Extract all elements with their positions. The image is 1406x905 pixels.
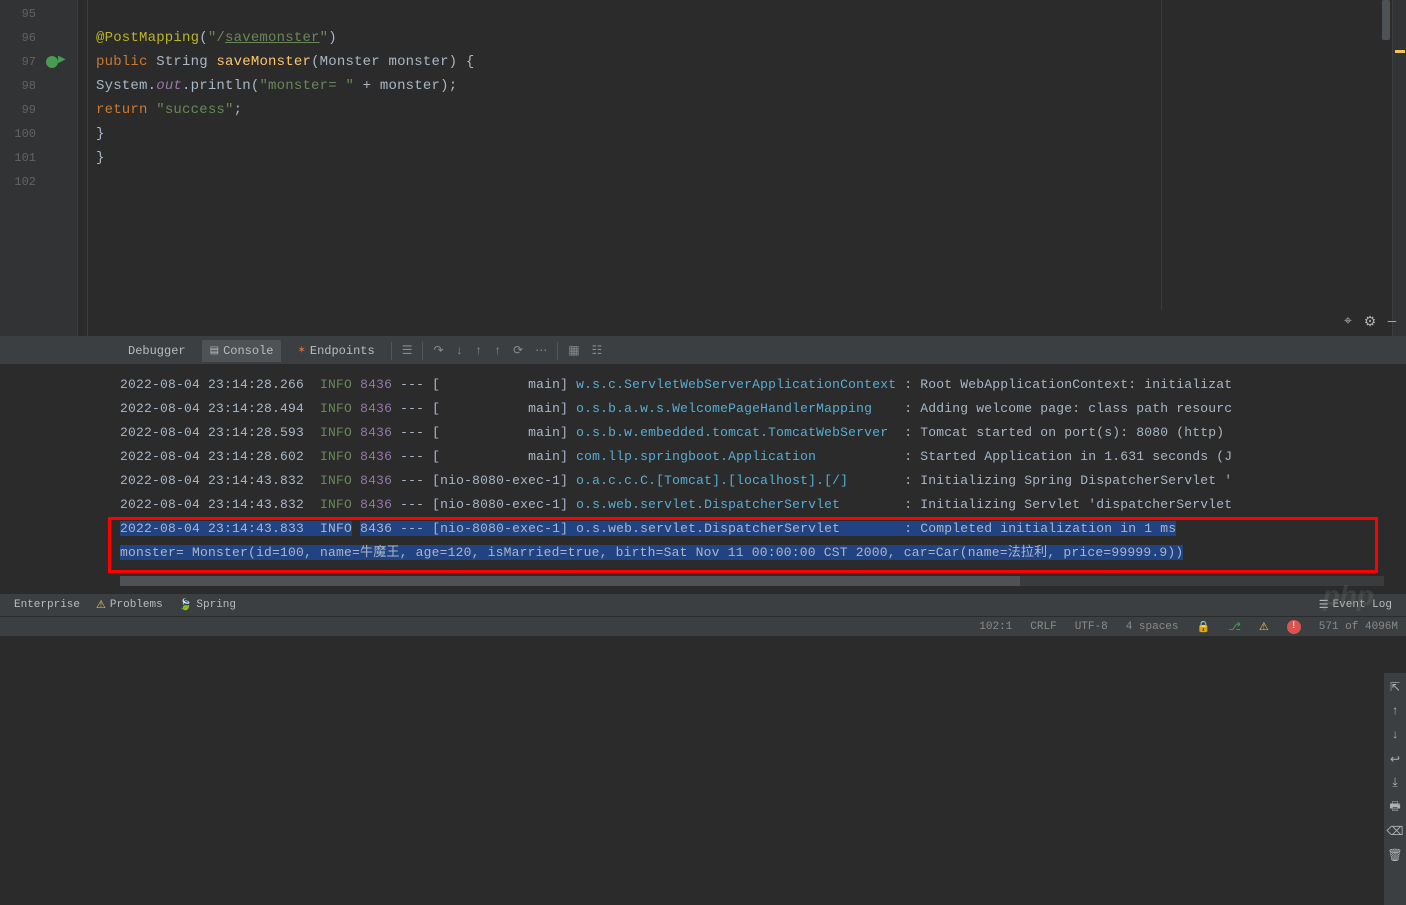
line-number: 98 <box>0 79 44 93</box>
horizontal-scrollbar[interactable] <box>120 576 1384 586</box>
minimize-icon[interactable]: — <box>1384 314 1400 330</box>
log-line: 2022-08-04 23:14:43.833 INFO 8436 --- [n… <box>120 517 1406 541</box>
warning-icon: ⚠ <box>96 598 106 612</box>
print-icon[interactable]: 🖶 <box>1387 799 1403 815</box>
warning-marker[interactable] <box>1395 50 1405 53</box>
line-number: 100 <box>0 127 44 141</box>
editor-scrollbar[interactable] <box>1382 0 1390 40</box>
debug-tabbar: Debugger ▤Console ✶Endpoints ☰ ↷ ↓ ↑ ↑ ⟳… <box>0 337 1406 365</box>
code-line: @PostMapping("/savemonster") <box>88 26 1392 50</box>
line-separator[interactable]: CRLF <box>1026 621 1060 633</box>
line-number: 97 <box>0 55 44 69</box>
step-into-icon[interactable]: ↷ <box>431 341 445 360</box>
log-line: 2022-08-04 23:14:43.832 INFO 8436 --- [n… <box>120 469 1406 493</box>
gutter: 95 96 97 ▶ 98 99 100 101 102 <box>0 0 78 336</box>
gutter-row: 96 <box>0 26 77 50</box>
indent[interactable]: 4 spaces <box>1122 621 1183 633</box>
gutter-row: 95 <box>0 2 77 26</box>
log-line: 2022-08-04 23:14:28.602 INFO 8436 --- [ … <box>120 445 1406 469</box>
console-output[interactable]: 2022-08-04 23:14:28.266 INFO 8436 --- [ … <box>0 365 1406 597</box>
gutter-row: 100 <box>0 122 77 146</box>
code-line <box>88 2 1392 26</box>
gutter-row: 97 ▶ <box>0 50 77 74</box>
vcs-icon[interactable]: ⎇ <box>1224 620 1245 634</box>
line-number: 101 <box>0 151 44 165</box>
debug-panel: Debugger ▤Console ✶Endpoints ☰ ↷ ↓ ↑ ↑ ⟳… <box>0 336 1406 596</box>
tab-endpoints[interactable]: ✶Endpoints <box>289 340 382 362</box>
gutter-row: 99 <box>0 98 77 122</box>
tool-window-bar: Enterprise ⚠Problems 🍃Spring ☰Event Log <box>0 594 1406 616</box>
line-number: 96 <box>0 31 44 45</box>
log-line: 2022-08-04 23:14:28.593 INFO 8436 --- [ … <box>120 421 1406 445</box>
watermark: php <box>1323 580 1374 612</box>
layout-icon[interactable]: ☰ <box>400 341 415 360</box>
tool-spring[interactable]: 🍃Spring <box>171 598 244 612</box>
tool-problems[interactable]: ⚠Problems <box>88 598 171 612</box>
annotation: @PostMapping <box>96 30 199 46</box>
editor-area: 95 96 97 ▶ 98 99 100 101 102 @PostMapping… <box>0 0 1406 336</box>
spring-icon: 🍃 <box>179 598 193 612</box>
endpoints-icon: ✶ <box>297 345 305 357</box>
run-to-icon[interactable]: ↑ <box>492 342 503 360</box>
log-line: 2022-08-04 23:14:28.266 INFO 8436 --- [ … <box>120 373 1406 397</box>
encoding[interactable]: UTF-8 <box>1071 621 1112 633</box>
down-icon[interactable]: ↓ <box>1387 727 1403 743</box>
evaluate-icon[interactable]: ⟳ <box>511 341 525 360</box>
log-line: 2022-08-04 23:14:43.832 INFO 8436 --- [n… <box>120 493 1406 517</box>
wrap-icon[interactable]: ↩ <box>1387 751 1403 767</box>
code-line: } <box>88 122 1392 146</box>
warnings-icon[interactable]: ⚠ <box>1255 620 1273 634</box>
line-number: 95 <box>0 7 44 21</box>
trash-icon[interactable]: 🗑 <box>1387 847 1403 863</box>
caret-position[interactable]: 102:1 <box>975 621 1016 633</box>
console-toolbar: ⇱ ↑ ↓ ↩ ⤓ 🖶 ⌫ 🗑 <box>1384 673 1406 905</box>
step-out-icon[interactable]: ↑ <box>473 342 484 360</box>
code-line: System.out.println("monster= " + monster… <box>88 74 1392 98</box>
grid-icon[interactable]: ▦ <box>566 341 581 360</box>
code-content[interactable]: @PostMapping("/savemonster") public Stri… <box>88 0 1392 336</box>
divider <box>422 342 423 360</box>
scroll-thumb[interactable] <box>120 576 1020 586</box>
margin-guide <box>1161 0 1162 310</box>
console-icon: ▤ <box>210 345 219 357</box>
divider <box>391 342 392 360</box>
line-number: 99 <box>0 103 44 117</box>
error-badge[interactable]: ! <box>1283 620 1305 634</box>
gutter-row: 98 <box>0 74 77 98</box>
more-icon[interactable]: ⋯ <box>533 341 549 360</box>
filter-icon[interactable]: ☷ <box>590 341 605 360</box>
editor-widgets: ⌖ ⚙ — <box>1340 314 1400 330</box>
scroll-end-icon[interactable]: ⤓ <box>1387 775 1403 791</box>
clear-icon[interactable]: ⌫ <box>1387 823 1403 839</box>
gutter-row: 101 <box>0 146 77 170</box>
tool-enterprise[interactable]: Enterprise <box>6 599 88 611</box>
fold-column <box>78 0 88 336</box>
up-icon[interactable]: ↑ <box>1387 703 1403 719</box>
code-line <box>88 170 1392 194</box>
gutter-row: 102 <box>0 170 77 194</box>
code-line: public String saveMonster(Monster monste… <box>88 50 1392 74</box>
tab-debugger[interactable]: Debugger <box>120 340 194 362</box>
divider <box>557 342 558 360</box>
run-icon[interactable]: ▶ <box>58 54 74 70</box>
tab-console[interactable]: ▤Console <box>202 340 282 362</box>
output-line: monster= Monster(id=100, name=牛魔王, age=1… <box>120 541 1406 565</box>
code-line: } <box>88 146 1392 170</box>
step-over-icon[interactable]: ↓ <box>454 342 465 360</box>
annotations-gutter <box>1392 0 1406 336</box>
code-line: return "success"; <box>88 98 1392 122</box>
gear-icon[interactable]: ⚙ <box>1362 314 1378 330</box>
target-icon[interactable]: ⌖ <box>1340 314 1356 330</box>
log-line: 2022-08-04 23:14:28.494 INFO 8436 --- [ … <box>120 397 1406 421</box>
expand-icon[interactable]: ⇱ <box>1387 679 1403 695</box>
memory-indicator[interactable]: 571 of 4096M <box>1315 621 1402 633</box>
line-number: 102 <box>0 175 44 189</box>
lock-icon[interactable]: 🔒 <box>1193 620 1215 634</box>
status-bar: 102:1 CRLF UTF-8 4 spaces 🔒 ⎇ ⚠ ! 571 of… <box>0 616 1406 636</box>
breakpoint-icon[interactable] <box>46 56 58 68</box>
